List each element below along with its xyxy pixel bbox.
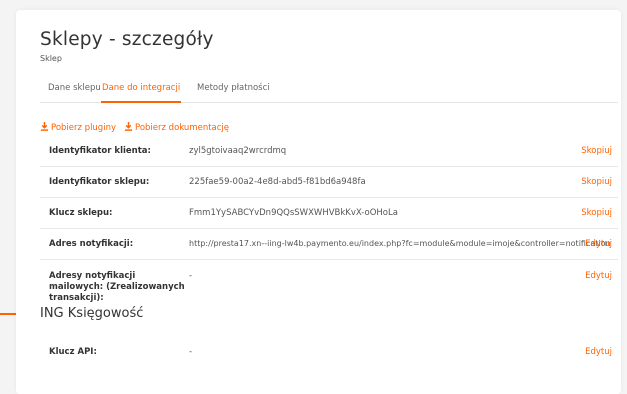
section-heading-ing-accounting: ING Księgowość — [40, 306, 144, 321]
row-value: 225fae59-00a2-4e8d-abd5-f81bd6a948fa — [189, 177, 366, 187]
table-row-api-key: Klucz API: - Edytuj — [40, 340, 618, 368]
row-label: Adresy notyfikacji mailowych: (Zrealizow… — [49, 271, 185, 303]
table-row-client-id: Identyfikator klienta: zyl5gtoivaaq2wrcr… — [40, 136, 618, 167]
tab-integration-data[interactable]: Dane do integracji — [101, 83, 182, 103]
row-label: Klucz API: — [49, 347, 97, 357]
row-label: Identyfikator klienta: — [49, 146, 151, 156]
page-title: Sklepy - szczegóły — [40, 29, 214, 50]
tab-bar: Dane sklepu Dane do integracji Metody pł… — [40, 83, 618, 103]
download-plugins-label: Pobierz pluginy — [51, 123, 116, 133]
edit-button[interactable]: Edytuj — [585, 271, 612, 281]
tab-shop-data[interactable]: Dane sklepu — [48, 83, 101, 103]
download-docs-label: Pobierz dokumentację — [135, 123, 230, 133]
table-row-shop-key: Klucz sklepu: Fmm1YySABCYvDn9QQsSWXWHVBk… — [40, 198, 618, 229]
page-subtitle: Sklep — [40, 54, 62, 63]
download-icon — [124, 122, 133, 131]
row-label: Adres notyfikacji: — [49, 239, 134, 249]
table-row-shop-id: Identyfikator sklepu: 225fae59-00a2-4e8d… — [40, 167, 618, 198]
row-value: zyl5gtoivaaq2wrcrdmq — [189, 146, 287, 156]
copy-button[interactable]: Skopiuj — [581, 146, 612, 156]
table-row-mail-notifications: Adresy notyfikacji mailowych: (Zrealizow… — [40, 260, 618, 303]
table-row-notification-url: Adres notyfikacji: http://presta17.xn--i… — [40, 229, 618, 260]
edit-button[interactable]: Edytuj — [585, 239, 612, 249]
tab-payment-methods[interactable]: Metody płatności — [197, 83, 270, 103]
shop-details-card: Sklepy - szczegóły Sklep Dane sklepu Dan… — [16, 10, 621, 394]
row-value: - — [189, 271, 193, 281]
row-label: Identyfikator sklepu: — [49, 177, 150, 187]
row-value: http://presta17.xn--iing-lw4b.paymento.e… — [189, 239, 611, 248]
download-plugins-link[interactable]: Pobierz pluginy — [40, 122, 116, 133]
edit-button[interactable]: Edytuj — [585, 347, 612, 357]
copy-button[interactable]: Skopiuj — [581, 177, 612, 187]
row-value: - — [189, 347, 193, 357]
copy-button[interactable]: Skopiuj — [581, 208, 612, 218]
row-value: Fmm1YySABCYvDn9QQsSWXWHVBkKvX-oOHoLa — [189, 208, 398, 218]
download-docs-link[interactable]: Pobierz dokumentację — [124, 122, 229, 133]
row-label: Klucz sklepu: — [49, 208, 113, 218]
download-icon — [40, 122, 49, 131]
